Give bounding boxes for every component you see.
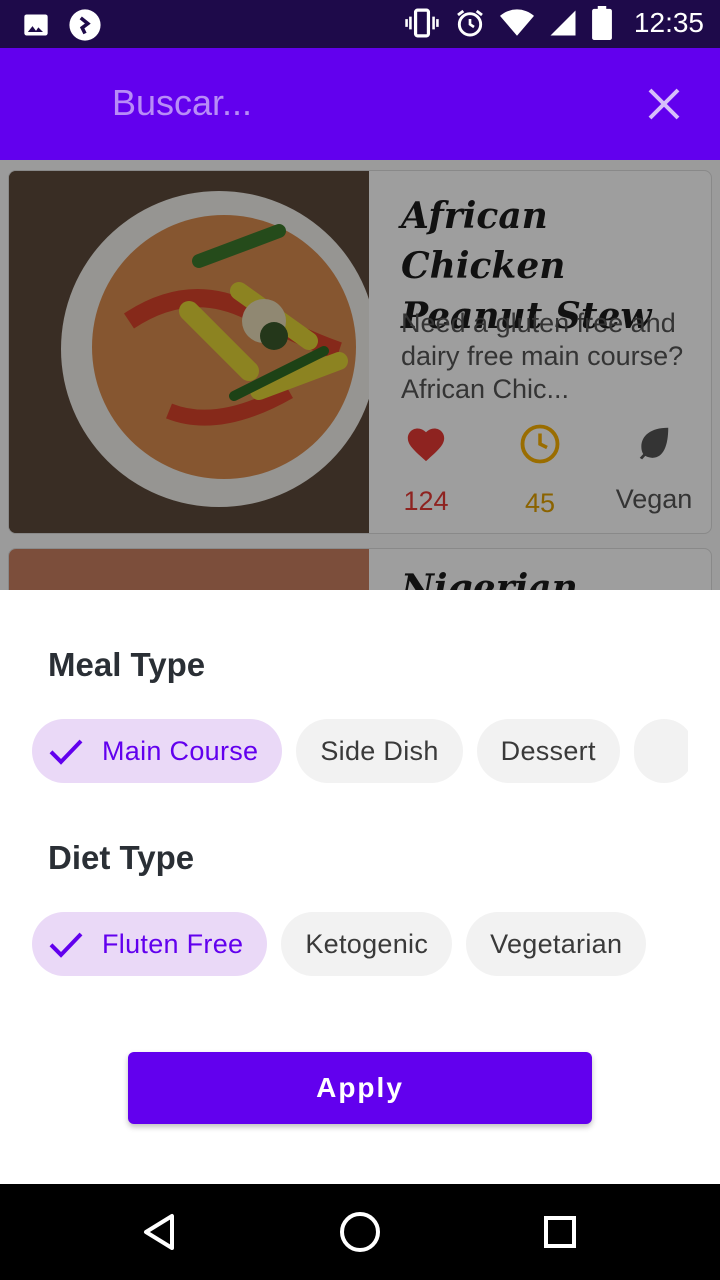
back-icon xyxy=(144,1214,174,1250)
chip-dessert[interactable]: Dessert xyxy=(476,719,620,783)
chip-side-dish[interactable]: Side Dish xyxy=(296,719,463,783)
home-icon xyxy=(340,1212,380,1252)
check-icon xyxy=(49,932,83,958)
apply-button[interactable]: Apply xyxy=(128,1052,592,1124)
notification-icon xyxy=(69,9,101,41)
chip-partial[interactable] xyxy=(633,719,688,783)
modal-scrim[interactable] xyxy=(0,160,720,590)
close-search-button[interactable] xyxy=(640,80,688,128)
meal-type-chip-group: Main Course Side Dish Dessert xyxy=(32,719,688,785)
status-time: 12:35 xyxy=(633,7,704,38)
filter-bottom-sheet: Meal Type Main Course Side Dish Dessert … xyxy=(0,590,720,1184)
battery-icon xyxy=(592,6,612,40)
image-icon xyxy=(24,14,48,36)
signal-icon xyxy=(550,10,576,36)
chip-label: Fluten Free xyxy=(102,928,244,959)
recents-button[interactable] xyxy=(536,1208,584,1256)
close-icon xyxy=(648,88,680,120)
chip-fluten-free[interactable]: Fluten Free xyxy=(32,912,268,976)
chip-ketogenic[interactable]: Ketogenic xyxy=(281,912,453,976)
search-input[interactable] xyxy=(112,78,592,128)
home-button[interactable] xyxy=(336,1208,384,1256)
chip-label: Vegetarian xyxy=(490,928,623,959)
chip-label: Dessert xyxy=(500,735,596,766)
back-button[interactable] xyxy=(136,1208,184,1256)
recipe-list: African Chicken Peanut Stew Need a glute… xyxy=(0,160,720,590)
wifi-icon xyxy=(499,9,534,36)
search-toolbar xyxy=(0,48,720,160)
recents-icon xyxy=(544,1216,576,1248)
chip-label: Side Dish xyxy=(320,735,439,766)
chip-label: Main Course xyxy=(102,735,259,766)
alarm-icon xyxy=(457,9,483,37)
vibrate-icon xyxy=(405,8,439,38)
status-bar: 12:35 xyxy=(0,0,720,48)
navigation-bar xyxy=(0,1184,720,1280)
diet-type-chip-group: Fluten Free Ketogenic Vegetarian xyxy=(32,912,688,978)
chip-main-course[interactable]: Main Course xyxy=(32,719,283,783)
check-icon xyxy=(49,739,83,765)
diet-type-title: Diet Type xyxy=(48,839,195,876)
meal-type-title: Meal Type xyxy=(48,646,206,683)
chip-label: Ketogenic xyxy=(305,928,429,959)
chip-vegetarian[interactable]: Vegetarian xyxy=(466,912,647,976)
